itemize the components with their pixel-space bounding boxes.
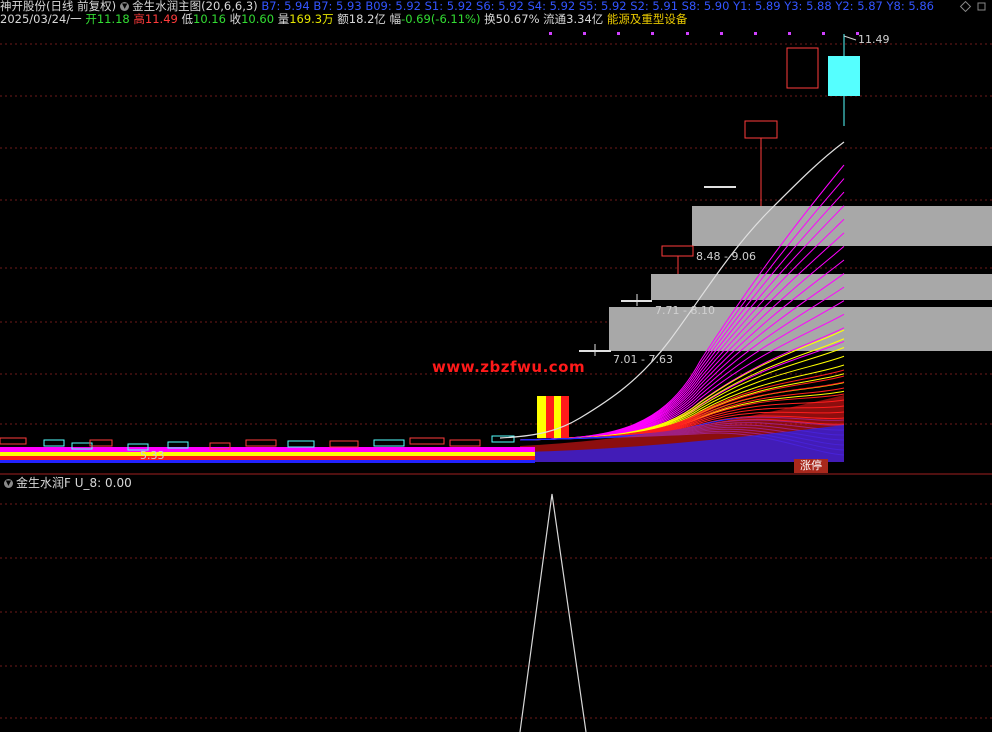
zone2-label: 7.71 - 8.10 <box>655 304 715 317</box>
history-candle <box>409 437 445 445</box>
lower-panel-header: ▼ 金生水润F U_8: 0.00 <box>0 476 132 490</box>
lower-grid <box>0 503 992 719</box>
history-candle <box>89 439 113 447</box>
zone-8-48 <box>692 206 992 246</box>
history-candle <box>287 440 315 448</box>
candle-8-48 <box>661 245 694 257</box>
candle-9-97 <box>704 186 736 188</box>
limit-up-badge: 涨停 <box>794 459 828 473</box>
candle-7-01 <box>579 350 611 352</box>
lower-panel-title[interactable]: 金生水润F <box>16 476 71 490</box>
candle-10-55 <box>744 120 778 139</box>
history-candle <box>0 437 27 445</box>
zone3-label: 7.01 - 7.63 <box>613 353 673 366</box>
history-candle <box>245 439 277 447</box>
candle-7-71 <box>621 300 652 302</box>
lower-panel-value: U_8: 0.00 <box>74 476 132 490</box>
history-candle <box>43 439 65 447</box>
high-marker-line <box>843 35 857 41</box>
low-marker-label: 5.33 <box>140 449 165 462</box>
price-zones <box>609 206 992 351</box>
limit-up-bars <box>537 396 569 438</box>
signal-dots <box>549 32 859 35</box>
history-candle <box>329 440 359 448</box>
history-candle <box>449 439 481 447</box>
history-candle <box>373 439 405 447</box>
zone1-label: 8.48 - 9.06 <box>696 250 756 263</box>
chevron-down-icon[interactable]: ▼ <box>4 479 13 488</box>
u8-signal-line <box>519 493 587 732</box>
candle-last <box>828 56 860 96</box>
high-marker-label: 11.49 <box>858 33 890 46</box>
settings-icon <box>977 2 986 11</box>
candle-11-10 <box>786 47 819 89</box>
edge-markers[interactable] <box>959 0 986 13</box>
watermark-text: www.zbzfwu.com <box>432 358 586 376</box>
